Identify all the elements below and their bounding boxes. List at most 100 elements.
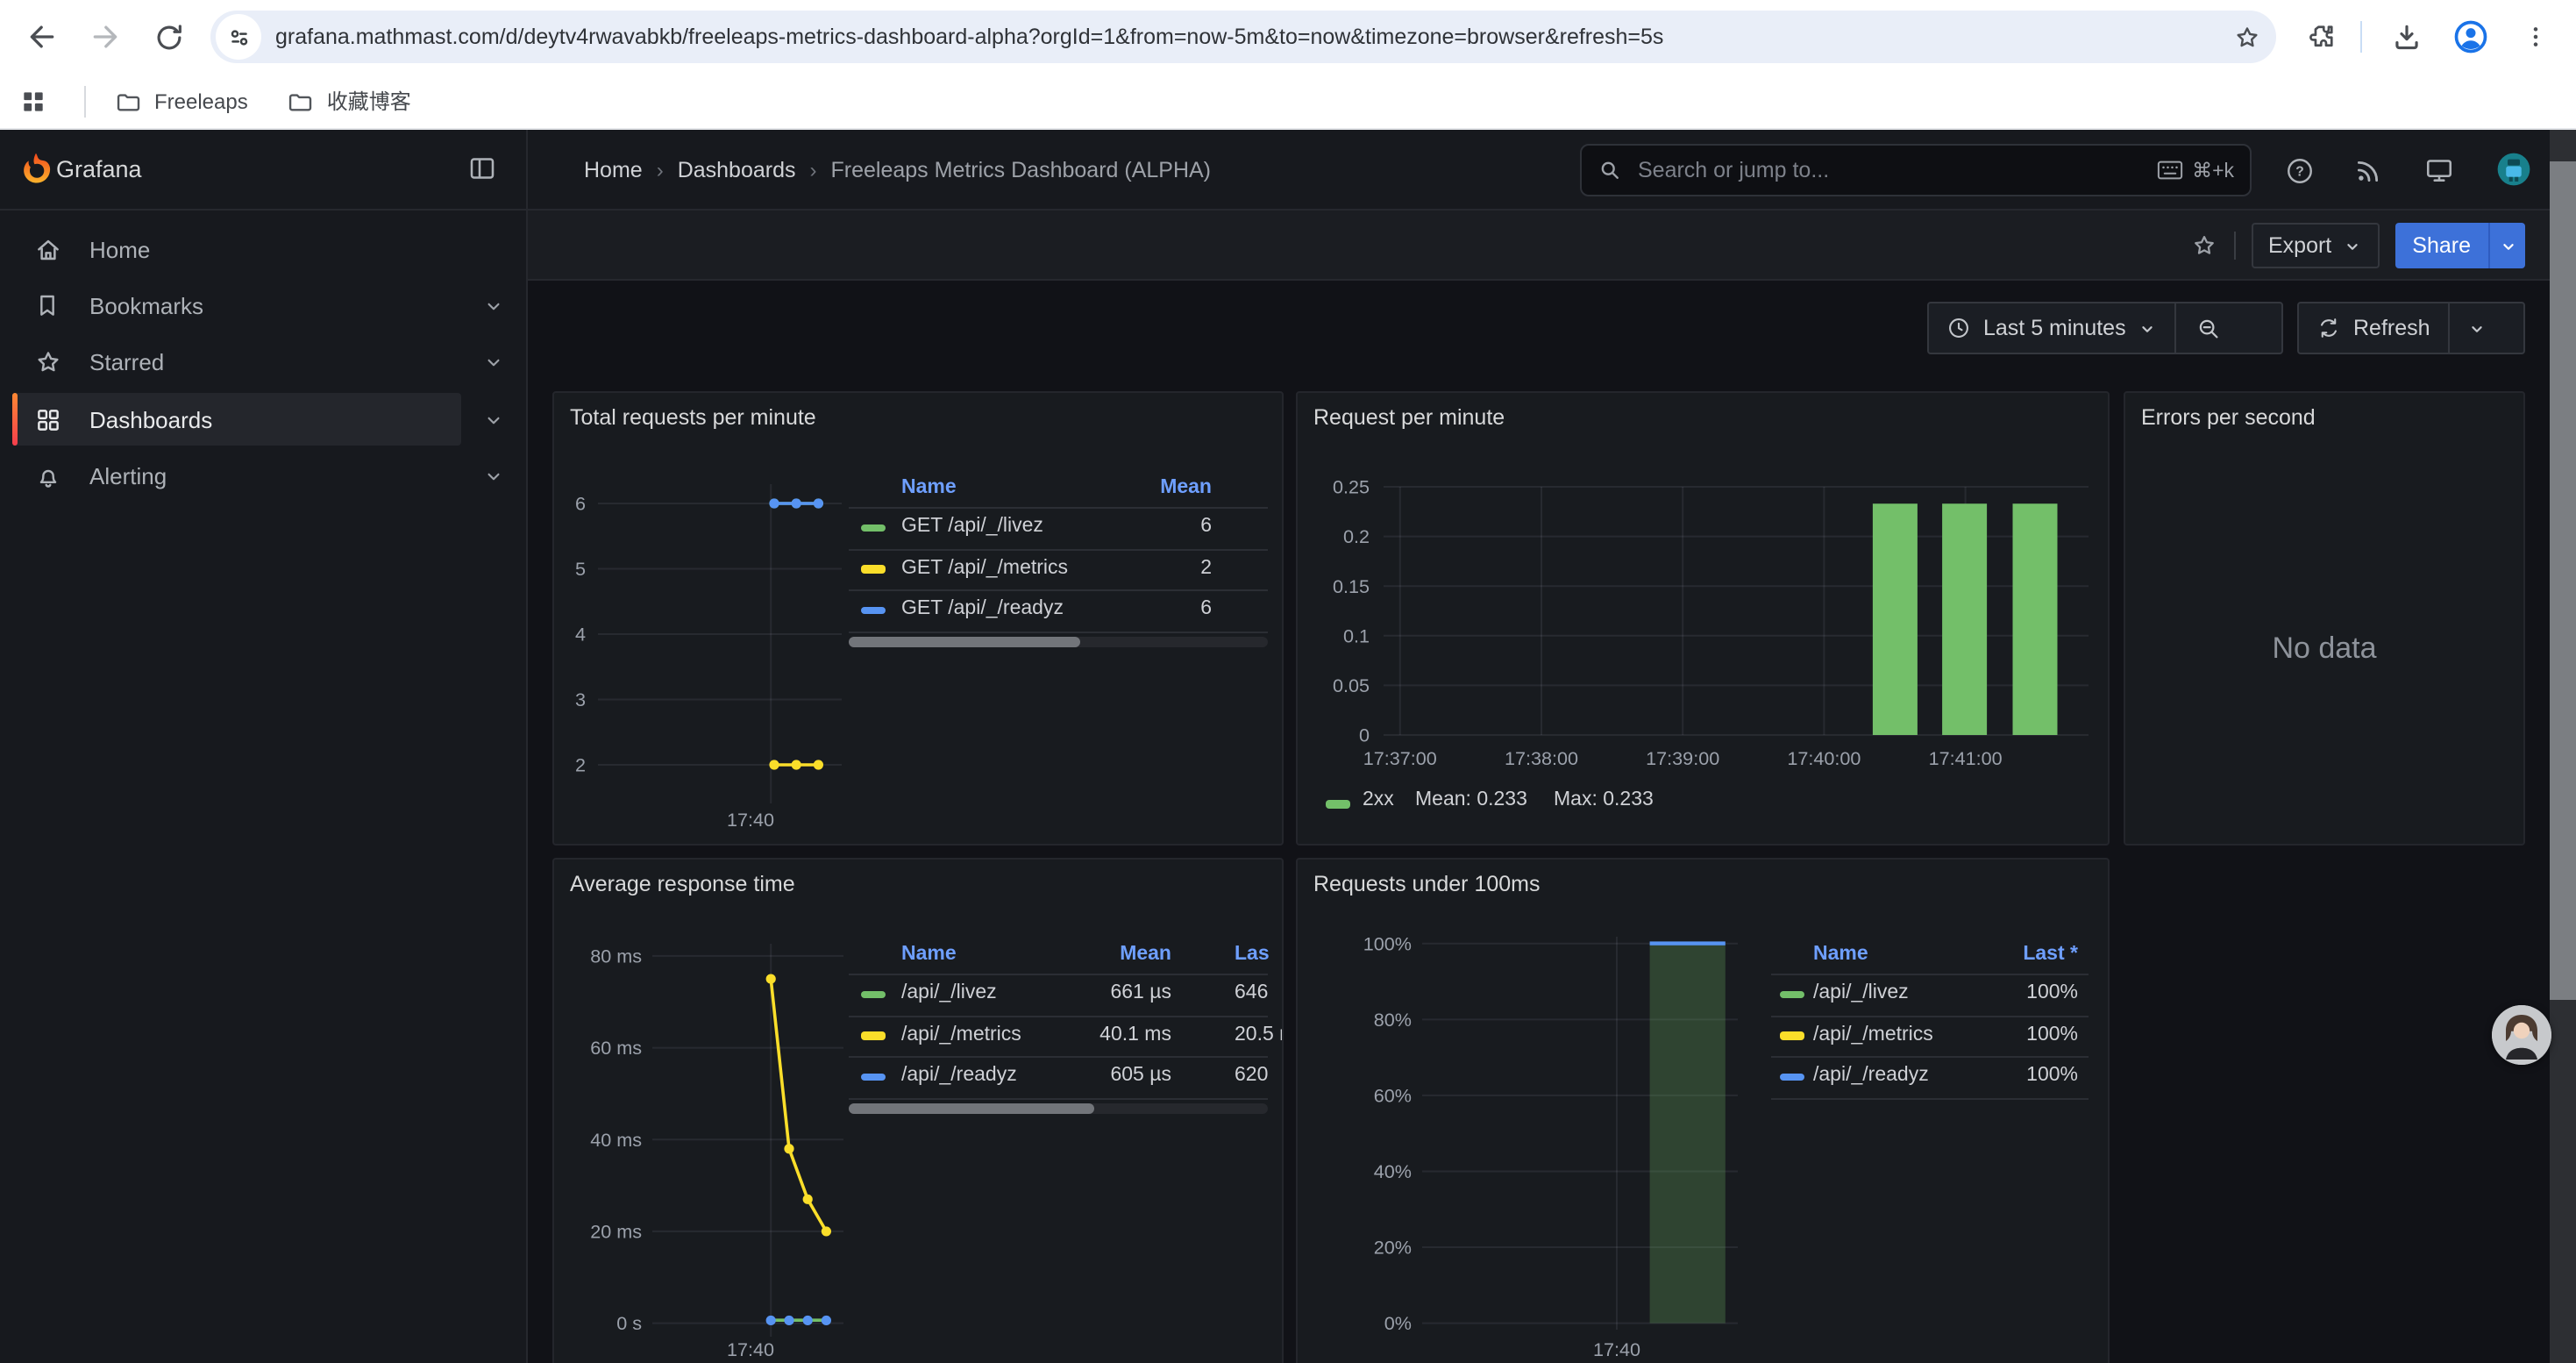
zoom-out-button[interactable] — [2177, 303, 2242, 353]
legend-cell[interactable]: /api/_/livez — [901, 974, 997, 1015]
request-per-minute-chart[interactable]: 0.250.20.150.10.05017:37:0017:38:0017:39… — [1298, 393, 2110, 846]
url-bar[interactable] — [210, 11, 2276, 63]
legend-header[interactable]: Name — [901, 937, 957, 972]
share-button[interactable]: Share — [2395, 223, 2488, 268]
axis-tick: 0 — [1359, 724, 1370, 746]
refresh-controls: Refresh — [2297, 302, 2525, 354]
share-menu-button[interactable] — [2488, 223, 2525, 268]
floating-avatar-widget[interactable] — [2492, 1005, 2551, 1065]
url-input[interactable] — [261, 11, 2217, 63]
series-color-pill — [861, 1031, 886, 1039]
favorite-dashboard-button[interactable] — [2189, 232, 2217, 260]
help-button[interactable]: ? — [2274, 146, 2323, 195]
clock-icon — [1946, 316, 1971, 340]
breadcrumb-separator: › — [810, 157, 817, 182]
extensions-button[interactable] — [2294, 9, 2350, 65]
legend-table: NameLast */api/_/livez100%/api/_/metrics… — [1771, 937, 2089, 1123]
legend-scrollbar-thumb[interactable] — [849, 637, 1080, 647]
chevron-down-icon — [2342, 236, 2361, 255]
breadcrumb-home[interactable]: Home — [584, 157, 643, 182]
legend-cell[interactable]: /api/_/livez — [1813, 974, 1909, 1015]
user-avatar[interactable] — [2495, 151, 2532, 188]
legend-cell: 2 — [1200, 548, 1212, 589]
page-scrollbar-thumb[interactable] — [2550, 161, 2576, 1000]
axis-tick: 0.05 — [1333, 674, 1370, 696]
bookmark-star-button[interactable] — [2217, 22, 2276, 52]
browser-menu-button[interactable] — [2508, 9, 2564, 65]
legend-header[interactable]: Mean — [1160, 470, 1212, 505]
legend-scrollbar-thumb[interactable] — [849, 1103, 1094, 1114]
profile-button[interactable] — [2443, 9, 2499, 65]
sidebar-item-home[interactable]: Home — [12, 223, 461, 275]
expand-alerting[interactable] — [479, 449, 507, 502]
series-color-pill — [861, 524, 886, 532]
zoom-out-icon — [2196, 315, 2223, 341]
sidebar-item-alerting[interactable]: Alerting — [12, 449, 461, 502]
grafana-logo-icon — [18, 151, 54, 188]
subheader-divider — [2233, 232, 2235, 260]
forward-button[interactable] — [77, 9, 133, 65]
mega-menu-toggle[interactable] — [466, 153, 498, 184]
divider — [849, 1097, 1268, 1099]
legend-header[interactable]: Las — [1235, 937, 1270, 972]
data-point — [814, 760, 823, 769]
legend-cell[interactable]: GET /api/_/metrics — [901, 548, 1068, 589]
legend-header[interactable]: Name — [1813, 937, 1868, 972]
legend-max: Max: 0.233 — [1554, 789, 1654, 810]
legend-cell[interactable]: /api/_/metrics — [1813, 1015, 1933, 1056]
browser-toolbar — [0, 0, 2576, 74]
legend-cell[interactable]: /api/_/readyz — [1813, 1056, 1929, 1097]
expand-starred[interactable] — [479, 335, 507, 388]
data-point — [792, 498, 801, 508]
series-color-pill — [1780, 1031, 1804, 1039]
legend-header[interactable]: Mean — [1120, 937, 1171, 972]
legend-series-name[interactable]: 2xx — [1363, 789, 1394, 810]
time-range-picker[interactable]: Last 5 minutes — [1929, 303, 2175, 353]
bar — [1942, 503, 1987, 735]
legend-header[interactable]: Name — [901, 470, 957, 505]
breadcrumb-dashboards[interactable]: Dashboards — [678, 157, 796, 182]
bookmark-folder-freeleaps[interactable]: Freeleaps — [103, 82, 259, 120]
legend-header[interactable]: Last * — [2023, 937, 2078, 972]
panel-title[interactable]: Errors per second — [2141, 405, 2316, 430]
legend-cell[interactable]: /api/_/metrics — [901, 1015, 1021, 1056]
site-settings-button[interactable] — [216, 14, 261, 60]
grafana-logo[interactable] — [18, 151, 54, 188]
axis-tick: 100% — [1363, 932, 1412, 954]
axis-tick: 40% — [1374, 1160, 1412, 1182]
search-box[interactable]: ⌘+k — [1580, 144, 2252, 196]
bookmark-folder-blogs[interactable]: 收藏博客 — [276, 81, 422, 121]
collapse-dashboards[interactable] — [479, 393, 507, 446]
axis-tick: 2 — [575, 754, 586, 776]
legend-cell[interactable]: GET /api/_/readyz — [901, 589, 1064, 631]
axis-tick: 17:40 — [1593, 1338, 1640, 1360]
divider — [849, 631, 1268, 632]
sidebar-item-bookmarks[interactable]: Bookmarks — [12, 279, 461, 332]
folder-icon — [114, 87, 142, 115]
reload-button[interactable] — [140, 9, 196, 65]
legend-cell[interactable]: /api/_/readyz — [901, 1056, 1017, 1097]
news-button[interactable] — [2343, 146, 2392, 195]
sidebar-item-starred[interactable]: Starred — [12, 335, 461, 388]
expand-bookmarks[interactable] — [479, 279, 507, 332]
legend-cell[interactable]: GET /api/_/livez — [901, 507, 1043, 548]
refresh-interval-button[interactable] — [2450, 303, 2504, 353]
tune-icon — [225, 24, 252, 50]
refresh-button[interactable]: Refresh — [2299, 303, 2448, 353]
brand-name[interactable]: Grafana — [56, 130, 142, 209]
bookmarks-divider — [84, 85, 86, 117]
export-button[interactable]: Export — [2251, 223, 2379, 268]
screen: Freeleaps 收藏博客 Grafana Home › Dashboards… — [0, 0, 2576, 1363]
downloads-button[interactable] — [2378, 9, 2434, 65]
bookmark-label: 收藏博客 — [327, 86, 411, 116]
sidebar-item-dashboards[interactable]: Dashboards — [12, 393, 461, 446]
back-button[interactable] — [14, 9, 70, 65]
data-point — [769, 760, 779, 769]
search-input[interactable] — [1634, 156, 2145, 184]
apps-button[interactable] — [0, 87, 67, 115]
monitor-icon — [2423, 154, 2455, 186]
tv-mode-button[interactable] — [2415, 146, 2464, 195]
bookmark-icon — [30, 291, 65, 319]
legend-cell: 605 µs — [1110, 1056, 1171, 1097]
data-point — [766, 1316, 776, 1325]
